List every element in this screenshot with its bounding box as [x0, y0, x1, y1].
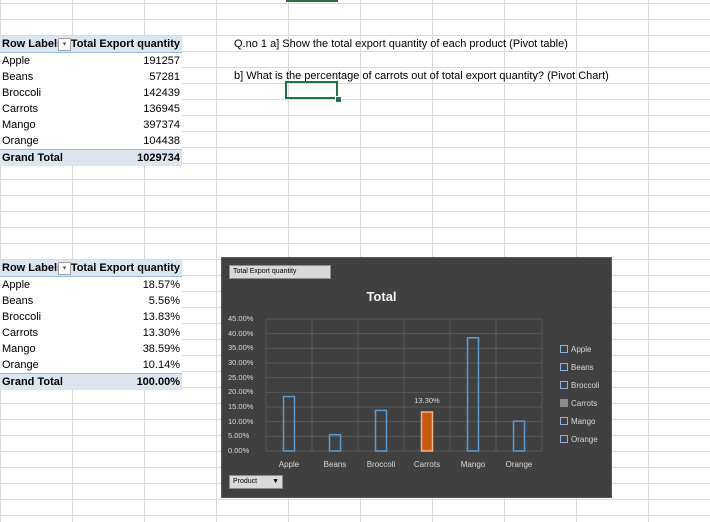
row-label: Orange — [2, 135, 39, 147]
legend-item: Orange — [560, 430, 599, 448]
legend-swatch — [560, 435, 568, 443]
pivot-header-row: Row Labels ▾ Total Export quantity — [0, 36, 182, 53]
grand-total-label: Grand Total — [2, 376, 63, 388]
fill-handle[interactable] — [335, 96, 342, 103]
row-label: Beans — [2, 71, 34, 83]
row-value: 191257 — [143, 55, 180, 67]
x-tick-label: Beans — [323, 460, 347, 469]
pivot-row[interactable]: Orange 10.14% — [0, 357, 182, 373]
pivot-row[interactable]: Carrots 136945 — [0, 101, 182, 117]
row-label: Carrots — [2, 327, 39, 339]
pivot-row[interactable]: Carrots 13.30% — [0, 325, 182, 341]
row-label: Broccoli — [2, 311, 42, 323]
active-cell-selection[interactable] — [285, 81, 338, 99]
row-label: Carrots — [2, 103, 39, 115]
pivot-chart[interactable]: Total Export quantity Total 0.00% 5.00% 10… — [221, 257, 612, 498]
pivot-row[interactable]: Beans 57281 — [0, 69, 182, 85]
value-header: Total Export quantity — [70, 262, 180, 274]
row-label: Apple — [2, 55, 31, 67]
row-labels-header: Row Labels — [2, 38, 64, 50]
legend-swatch — [560, 345, 568, 353]
bar-apple[interactable] — [282, 395, 296, 452]
value-header: Total Export quantity — [70, 38, 180, 50]
data-label: 13.30% — [414, 396, 440, 405]
question-a-text: Q.no 1 a] Show the total export quantity… — [234, 38, 568, 50]
bar-carrots[interactable] — [420, 411, 434, 452]
row-value: 5.56% — [148, 295, 180, 307]
legend-item: Broccoli — [560, 376, 599, 394]
row-value: 38.59% — [142, 343, 180, 355]
x-tick-label: Mango — [460, 460, 486, 469]
row-label: Mango — [2, 119, 36, 131]
legend-label: Mango — [571, 416, 596, 426]
legend-swatch — [560, 381, 568, 389]
pivot-table-percentage[interactable]: Row Labels ▾ Total Export quantity Apple… — [0, 260, 182, 390]
pivot-row[interactable]: Broccoli 13.83% — [0, 309, 182, 325]
column-selection-indicator — [286, 0, 338, 2]
row-value: 104438 — [143, 135, 180, 147]
bar-beans[interactable] — [328, 433, 342, 452]
pivot-row[interactable]: Apple 191257 — [0, 53, 182, 69]
x-tick-label: Broccoli — [366, 460, 396, 469]
legend-swatch — [560, 417, 568, 425]
row-label: Apple — [2, 279, 31, 291]
pivot-row[interactable]: Beans 5.56% — [0, 293, 182, 309]
row-labels-filter-button[interactable]: ▾ — [58, 262, 71, 275]
row-labels-filter-button[interactable]: ▾ — [58, 38, 71, 51]
row-value: 13.83% — [142, 311, 180, 323]
grand-total-label: Grand Total — [2, 152, 63, 164]
pivot-row[interactable]: Broccoli 142439 — [0, 85, 182, 101]
pivot-row[interactable]: Orange 104438 — [0, 133, 182, 149]
row-label: Broccoli — [2, 87, 42, 99]
legend: Apple Beans Broccoli Carrots Mango Orang… — [560, 340, 599, 448]
grand-total-row[interactable]: Grand Total 100.00% — [0, 373, 182, 390]
dropdown-arrow-icon: ▼ — [272, 478, 279, 485]
legend-label: Broccoli — [571, 380, 600, 390]
pivot-table-quantity[interactable]: Row Labels ▾ Total Export quantity Apple… — [0, 36, 182, 166]
row-value: 10.14% — [142, 359, 180, 371]
legend-swatch — [560, 399, 568, 407]
legend-label: Orange — [571, 434, 598, 444]
pivot-row[interactable]: Apple 18.57% — [0, 277, 182, 293]
grand-total-value: 1029734 — [137, 152, 180, 164]
pivot-header-row: Row Labels ▾ Total Export quantity — [0, 260, 182, 277]
x-tick-label: Orange — [505, 460, 533, 469]
row-label: Orange — [2, 359, 39, 371]
grand-total-value: 100.00% — [136, 376, 180, 388]
row-value: 136945 — [143, 103, 180, 115]
row-value: 57281 — [149, 71, 180, 83]
axis-field-label: Product — [233, 478, 258, 485]
x-tick-label: Apple — [278, 460, 300, 469]
legend-label: Beans — [571, 362, 594, 372]
pivot-row[interactable]: Mango 397374 — [0, 117, 182, 133]
grand-total-row[interactable]: Grand Total 1029734 — [0, 149, 182, 166]
axis-field-button[interactable]: Product ▼ — [229, 475, 283, 489]
row-label: Beans — [2, 295, 34, 307]
legend-label: Apple — [571, 344, 592, 354]
legend-item: Beans — [560, 358, 599, 376]
row-value: 13.30% — [142, 327, 180, 339]
bar-broccoli[interactable] — [374, 409, 388, 452]
row-value: 397374 — [143, 119, 180, 131]
row-value: 142439 — [143, 87, 180, 99]
bar-mango[interactable] — [466, 337, 480, 452]
x-tick-label: Carrots — [413, 460, 441, 469]
legend-swatch — [560, 363, 568, 371]
pivot-row[interactable]: Mango 38.59% — [0, 341, 182, 357]
legend-item: Carrots — [560, 394, 599, 412]
row-value: 18.57% — [142, 279, 180, 291]
row-label: Mango — [2, 343, 36, 355]
legend-label: Carrots — [571, 398, 598, 408]
legend-item: Mango — [560, 412, 599, 430]
legend-item: Apple — [560, 340, 599, 358]
row-labels-header: Row Labels — [2, 262, 64, 274]
